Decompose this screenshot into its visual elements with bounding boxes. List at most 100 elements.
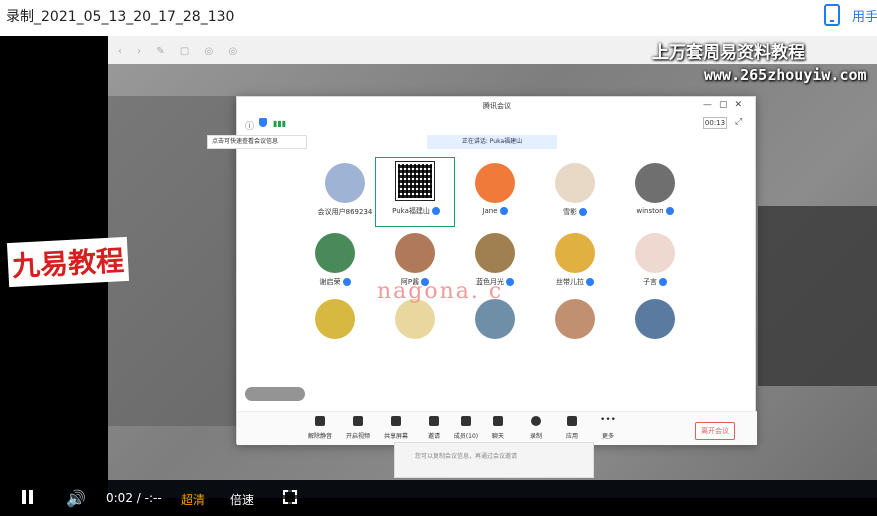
toolbar-label: 开启视频 xyxy=(345,433,370,440)
unmute-button[interactable]: 解除静音 xyxy=(303,416,337,440)
video-player[interactable]: ‹ › ✎ ▢ ◎ ◎ 上万套周易资料教程 www.265zhouyiw.com… xyxy=(0,36,877,516)
apps-icon xyxy=(567,416,577,426)
toolbar-label: 解除静音 xyxy=(307,433,332,440)
microphone-icon xyxy=(342,278,351,286)
participant-name: 谢启荣 xyxy=(319,278,341,286)
microphone-icon xyxy=(315,416,325,426)
participant-tile[interactable]: Jane xyxy=(455,163,535,227)
toolbar-label: 成员(10) xyxy=(453,433,479,440)
participant-tile[interactable]: 雪影 xyxy=(535,163,615,227)
participant-name: Puka福建山 xyxy=(392,207,430,215)
participant-name: 丝带儿拉 xyxy=(556,278,584,286)
recorded-toolbar-icons: ‹ › ✎ ▢ ◎ ◎ xyxy=(118,46,244,57)
watermark-url: www.265zhouyiw.com xyxy=(704,66,867,84)
toolbar-label: 聊天 xyxy=(491,433,504,440)
camera-icon xyxy=(353,416,363,426)
record-button[interactable]: 录制 xyxy=(519,416,553,440)
participant-name: winston xyxy=(636,207,664,215)
avatar xyxy=(315,299,355,339)
participant-tile[interactable]: winston xyxy=(615,163,695,227)
signal-icon[interactable]: ▮▮▮ xyxy=(273,119,286,128)
apps-button[interactable]: 应用 xyxy=(555,416,589,440)
screen-share-icon xyxy=(391,416,401,426)
fullscreen-icon[interactable]: ⤢ xyxy=(735,117,742,127)
avatar xyxy=(555,163,595,203)
phone-icon[interactable] xyxy=(824,4,840,26)
participant-tile[interactable] xyxy=(615,299,695,363)
participant-tile[interactable] xyxy=(455,299,535,363)
avatar xyxy=(475,233,515,273)
microphone-icon xyxy=(579,208,587,216)
participant-tile[interactable] xyxy=(295,299,375,363)
duration: -:-- xyxy=(144,491,162,505)
meeting-timer: 00:13 xyxy=(703,117,727,129)
chat-icon xyxy=(493,416,503,426)
avatar xyxy=(315,233,355,273)
participant-name: 雪影 xyxy=(563,208,577,216)
volume-icon[interactable]: 🔊 xyxy=(66,489,86,508)
fullscreen-icon[interactable] xyxy=(283,490,297,504)
avatar xyxy=(395,299,435,339)
chat-button[interactable]: 聊天 xyxy=(481,416,515,440)
share-screen-button[interactable]: 共享屏幕 xyxy=(379,416,413,440)
speaking-banner: 正在讲话: Puka福建山 xyxy=(427,135,557,149)
avatar xyxy=(475,163,515,203)
avatar xyxy=(555,233,595,273)
site-watermark: nagona. c xyxy=(377,279,504,304)
participant-tile[interactable] xyxy=(535,299,615,363)
meeting-info-tooltip: 点击可快速查看会议信息 xyxy=(207,135,307,149)
toolbar-label: 应用 xyxy=(565,433,578,440)
shield-icon[interactable] xyxy=(259,118,267,127)
watermark-title: 上万套周易资料教程 xyxy=(652,43,805,63)
time-separator: / xyxy=(136,491,141,505)
avatar xyxy=(475,299,515,339)
microphone-icon xyxy=(586,278,594,286)
more-button[interactable]: ••• 更多 xyxy=(591,416,625,441)
meeting-toolbar: 解除静音 开启视频 共享屏幕 邀请 成员(10) 聊天 录制 应用 ••• 更多 … xyxy=(237,411,757,445)
record-icon xyxy=(531,416,541,426)
microphone-icon xyxy=(499,207,508,215)
invite-button[interactable]: 邀请 xyxy=(417,416,451,440)
handheld-link[interactable]: 用手 xyxy=(852,6,877,25)
window-controls[interactable]: —▢✕ xyxy=(703,100,749,110)
members-icon xyxy=(461,416,471,426)
meeting-title: 腾讯会议 xyxy=(483,102,511,110)
toolbar-label: 邀请 xyxy=(427,433,440,440)
participant-name: Jane xyxy=(482,207,498,215)
participant-name: 会议用户869234 xyxy=(317,208,373,216)
participant-tile[interactable]: 丝带儿拉 xyxy=(535,233,615,297)
invite-icon xyxy=(429,416,439,426)
microphone-icon xyxy=(659,278,667,286)
toolbar-label: 更多 xyxy=(601,433,614,440)
participant-tile[interactable] xyxy=(375,299,455,363)
title-bar: 录制_2021_05_13_20_17_28_130 用手 xyxy=(0,0,877,36)
pause-icon[interactable] xyxy=(20,490,36,506)
meeting-window: 腾讯会议 —▢✕ ⓘ ▮▮▮ 00:13 ⤢ 点击可快速查看会议信息 正在讲话:… xyxy=(207,96,757,445)
participant-tile[interactable]: 会议用户869234 xyxy=(305,163,385,227)
quality-button[interactable]: 超清 xyxy=(181,491,205,508)
participant-name: 子言 xyxy=(643,278,657,286)
window-title: 录制_2021_05_13_20_17_28_130 xyxy=(6,9,235,25)
start-video-button[interactable]: 开启视频 xyxy=(341,416,375,440)
members-button[interactable]: 成员(10) xyxy=(449,416,483,440)
leave-meeting-button[interactable]: 离开会议 xyxy=(695,422,735,440)
avatar xyxy=(325,163,365,203)
avatar xyxy=(555,299,595,339)
avatar xyxy=(635,233,675,273)
participant-tile[interactable]: 谢启荣 xyxy=(295,233,375,297)
info-icon[interactable]: ⓘ xyxy=(245,119,254,132)
background-dialog: 您可以复制会议信息，再通过会议邀请 xyxy=(394,442,594,478)
avatar xyxy=(635,299,675,339)
microphone-icon xyxy=(506,278,514,286)
toolbar-label: 录制 xyxy=(529,433,542,440)
dialog-hint: 您可以复制会议信息，再通过会议邀请 xyxy=(415,453,518,460)
speed-button[interactable]: 倍速 xyxy=(230,491,254,508)
playback-time: 0:02 / -:-- xyxy=(106,491,162,505)
layout-switch-pill[interactable] xyxy=(245,387,305,401)
current-time: 0:02 xyxy=(106,491,133,505)
participant-grid: 会议用户869234 Puka福建山 Jane 雪影 winston 谢启荣 阿… xyxy=(285,157,705,363)
toolbar-label: 共享屏幕 xyxy=(383,433,408,440)
participant-tile[interactable]: 子言 xyxy=(615,233,695,297)
participant-tile-active[interactable]: Puka福建山 xyxy=(375,157,455,227)
avatar xyxy=(395,233,435,273)
